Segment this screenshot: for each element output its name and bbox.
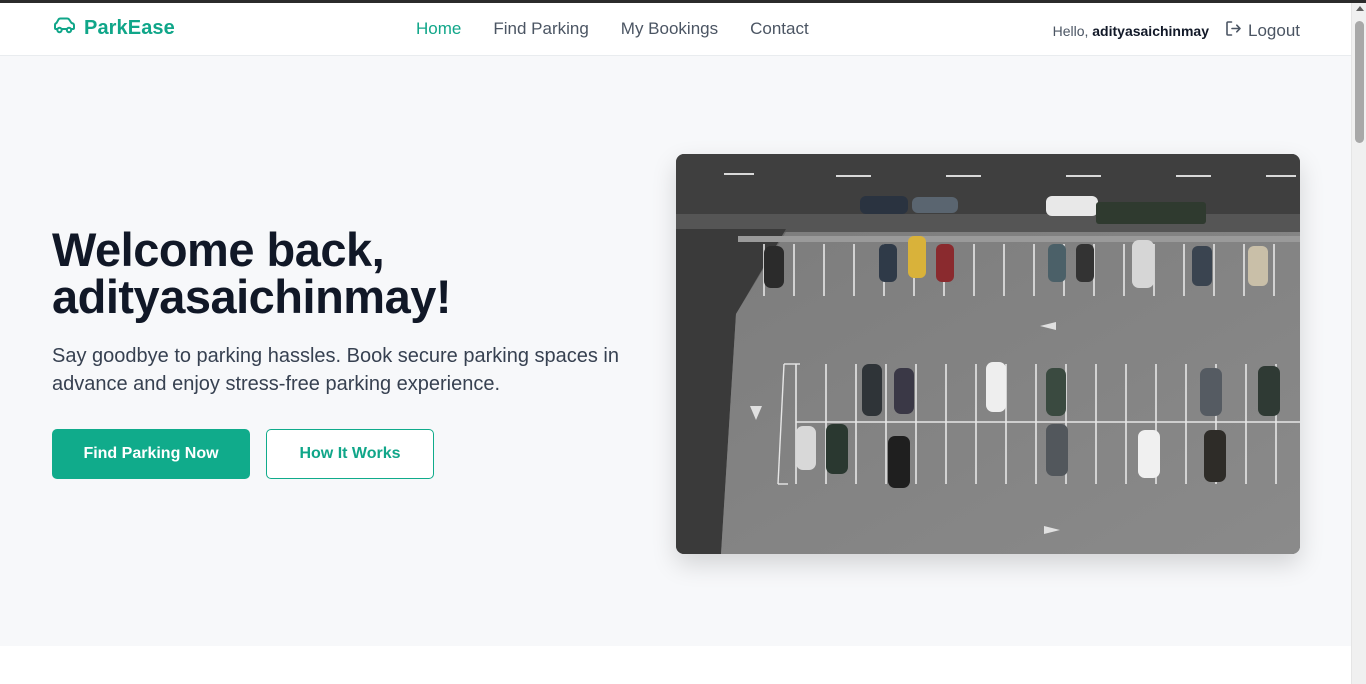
how-it-works-button[interactable]: How It Works (266, 429, 434, 479)
find-parking-now-button[interactable]: Find Parking Now (52, 429, 250, 479)
logout-button[interactable]: Logout (1225, 20, 1300, 42)
greeting-text: Hello, (1052, 23, 1089, 39)
nav-contact[interactable]: Contact (750, 19, 809, 39)
hero-title-line1: Welcome back, (52, 223, 385, 276)
page-scrollbar[interactable] (1351, 3, 1366, 684)
logout-label: Logout (1248, 21, 1300, 40)
hero-title-line2: adityasaichinmay! (52, 270, 452, 323)
username: adityasaichinmay (1092, 23, 1209, 39)
brand-name: ParkEase (84, 17, 175, 39)
car-icon (52, 17, 76, 40)
logout-icon (1225, 20, 1242, 42)
main-nav: Home Find Parking My Bookings Contact (416, 19, 809, 39)
page: ParkEase Home Find Parking My Bookings C… (0, 3, 1351, 684)
user-area: Hello, adityasaichinmay Logout (1053, 20, 1300, 42)
next-section (0, 646, 1351, 684)
scroll-up-arrow-icon[interactable] (1355, 6, 1364, 11)
nav-home[interactable]: Home (416, 19, 461, 39)
parking-lot-image (676, 154, 1300, 554)
scroll-thumb[interactable] (1355, 21, 1364, 143)
nav-my-bookings[interactable]: My Bookings (621, 19, 718, 39)
hero-subtitle: Say goodbye to parking hassles. Book sec… (52, 345, 620, 395)
brand-logo[interactable]: ParkEase (52, 17, 175, 40)
hero-section: Welcome back, adityasaichinmay! Say good… (0, 56, 1351, 646)
nav-find-parking[interactable]: Find Parking (493, 19, 588, 39)
hero-title: Welcome back, adityasaichinmay! (52, 226, 652, 320)
navbar: ParkEase Home Find Parking My Bookings C… (0, 3, 1351, 56)
user-greeting: Hello, adityasaichinmay (1053, 23, 1209, 39)
